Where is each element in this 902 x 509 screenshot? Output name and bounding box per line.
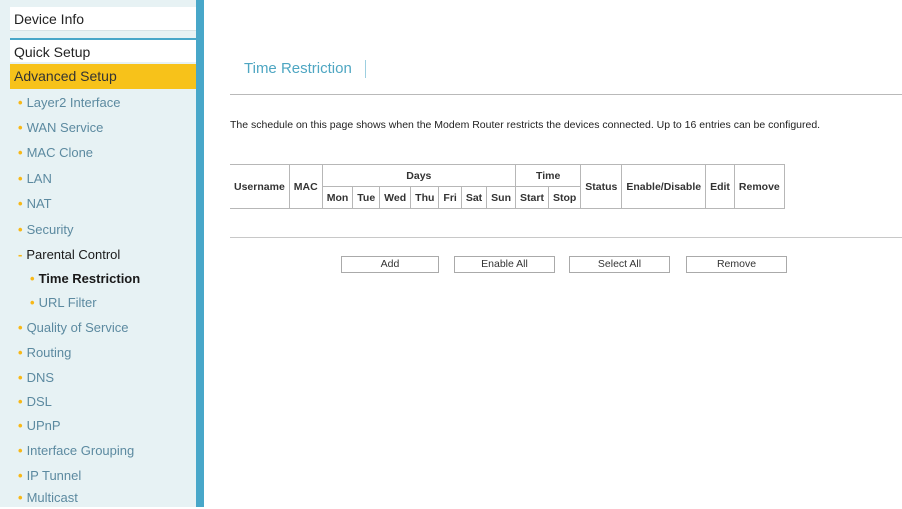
column-stop: Stop (547, 186, 582, 209)
column-day-sun: Sun (486, 186, 517, 209)
enable-all-button[interactable]: Enable All (454, 256, 555, 273)
column-days: Days (321, 164, 517, 187)
menu-lan[interactable]: • LAN (18, 168, 52, 190)
menu-nat[interactable]: • NAT (18, 193, 52, 215)
menu-layer2-interface[interactable]: • Layer2 Interface (18, 92, 121, 114)
menu-quality-of-service[interactable]: • Quality of Service (18, 317, 128, 339)
menu-label: LAN (26, 171, 52, 186)
menu-label: MAC Clone (26, 145, 94, 160)
menu-label: DSL (26, 394, 52, 409)
remove-button[interactable]: Remove (686, 256, 787, 273)
menu-label: Time Restriction (38, 271, 141, 286)
column-time: Time (515, 164, 582, 187)
horizontal-divider (230, 94, 902, 95)
menu-interface-grouping[interactable]: • Interface Grouping (18, 440, 134, 462)
menu-multicast[interactable]: • Multicast (18, 487, 78, 509)
menu-label: Layer2 Interface (26, 95, 121, 110)
sidebar-menu: Device Info Quick Setup Advanced Setup •… (0, 0, 196, 507)
title-divider (365, 60, 366, 78)
menu-label: Routing (26, 345, 72, 360)
bullet-icon: • (18, 468, 23, 483)
bullet-icon: • (18, 443, 23, 458)
menu-wan-service[interactable]: • WAN Service (18, 117, 103, 139)
column-status: Status (580, 164, 623, 209)
menu-label: DNS (26, 370, 55, 385)
bullet-icon: • (30, 271, 35, 286)
menu-advanced-setup[interactable]: Advanced Setup (10, 64, 196, 89)
menu-parental-control[interactable]: - Parental Control (18, 244, 120, 266)
menu-label: Quality of Service (26, 320, 129, 335)
menu-label: Security (26, 222, 74, 237)
bullet-icon: • (18, 222, 23, 237)
menu-ip-tunnel[interactable]: • IP Tunnel (18, 465, 81, 487)
sidebar-divider (196, 0, 204, 507)
menu-label: URL Filter (38, 295, 97, 310)
schedule-table: Username MAC Days Time Status Enable/Dis… (230, 164, 785, 209)
horizontal-divider (230, 237, 902, 238)
menu-label: WAN Service (26, 120, 104, 135)
menu-label: IP Tunnel (26, 468, 82, 483)
menu-mac-clone[interactable]: • MAC Clone (18, 142, 93, 164)
menu-quick-setup[interactable]: Quick Setup (10, 38, 196, 62)
column-start: Start (515, 186, 549, 209)
menu-url-filter[interactable]: • URL Filter (30, 292, 97, 314)
bullet-icon: • (18, 394, 23, 409)
bullet-icon: • (18, 196, 23, 211)
bullet-icon: • (18, 95, 23, 110)
bullet-icon: • (18, 370, 23, 385)
column-mac: MAC (288, 164, 323, 209)
bullet-icon: • (18, 320, 23, 335)
menu-label: Parental Control (26, 247, 121, 262)
column-edit: Edit (705, 164, 735, 209)
bullet-icon: • (18, 120, 23, 135)
column-day-fri: Fri (438, 186, 462, 209)
add-button[interactable]: Add (341, 256, 439, 273)
column-day-sat: Sat (460, 186, 488, 209)
bullet-icon: • (30, 295, 35, 310)
menu-label: Interface Grouping (26, 443, 135, 458)
bullet-icon: • (18, 418, 23, 433)
menu-label: UPnP (26, 418, 61, 433)
menu-upnp[interactable]: • UPnP (18, 415, 61, 437)
menu-dsl[interactable]: • DSL (18, 391, 52, 413)
menu-routing[interactable]: • Routing (18, 342, 71, 364)
select-all-button[interactable]: Select All (569, 256, 670, 273)
menu-label: NAT (26, 196, 52, 211)
column-day-thu: Thu (410, 186, 440, 209)
bullet-icon: • (18, 345, 23, 360)
column-day-mon: Mon (321, 186, 354, 209)
column-username: Username (230, 164, 290, 209)
page-title: Time Restriction (244, 60, 352, 77)
menu-label: Multicast (26, 490, 78, 505)
menu-dns[interactable]: • DNS (18, 367, 54, 389)
bullet-icon: • (18, 145, 23, 160)
column-day-tue: Tue (352, 186, 381, 209)
collapse-dash-icon: - (18, 247, 23, 262)
bullet-icon: • (18, 171, 23, 186)
menu-security[interactable]: • Security (18, 219, 74, 241)
column-enable-disable: Enable/Disable (621, 164, 707, 209)
bullet-icon: • (18, 490, 23, 505)
column-remove: Remove (733, 164, 785, 209)
column-day-wed: Wed (379, 186, 412, 209)
menu-time-restriction[interactable]: • Time Restriction (30, 268, 140, 290)
page-description: The schedule on this page shows when the… (230, 119, 821, 131)
menu-device-info[interactable]: Device Info (10, 7, 196, 31)
